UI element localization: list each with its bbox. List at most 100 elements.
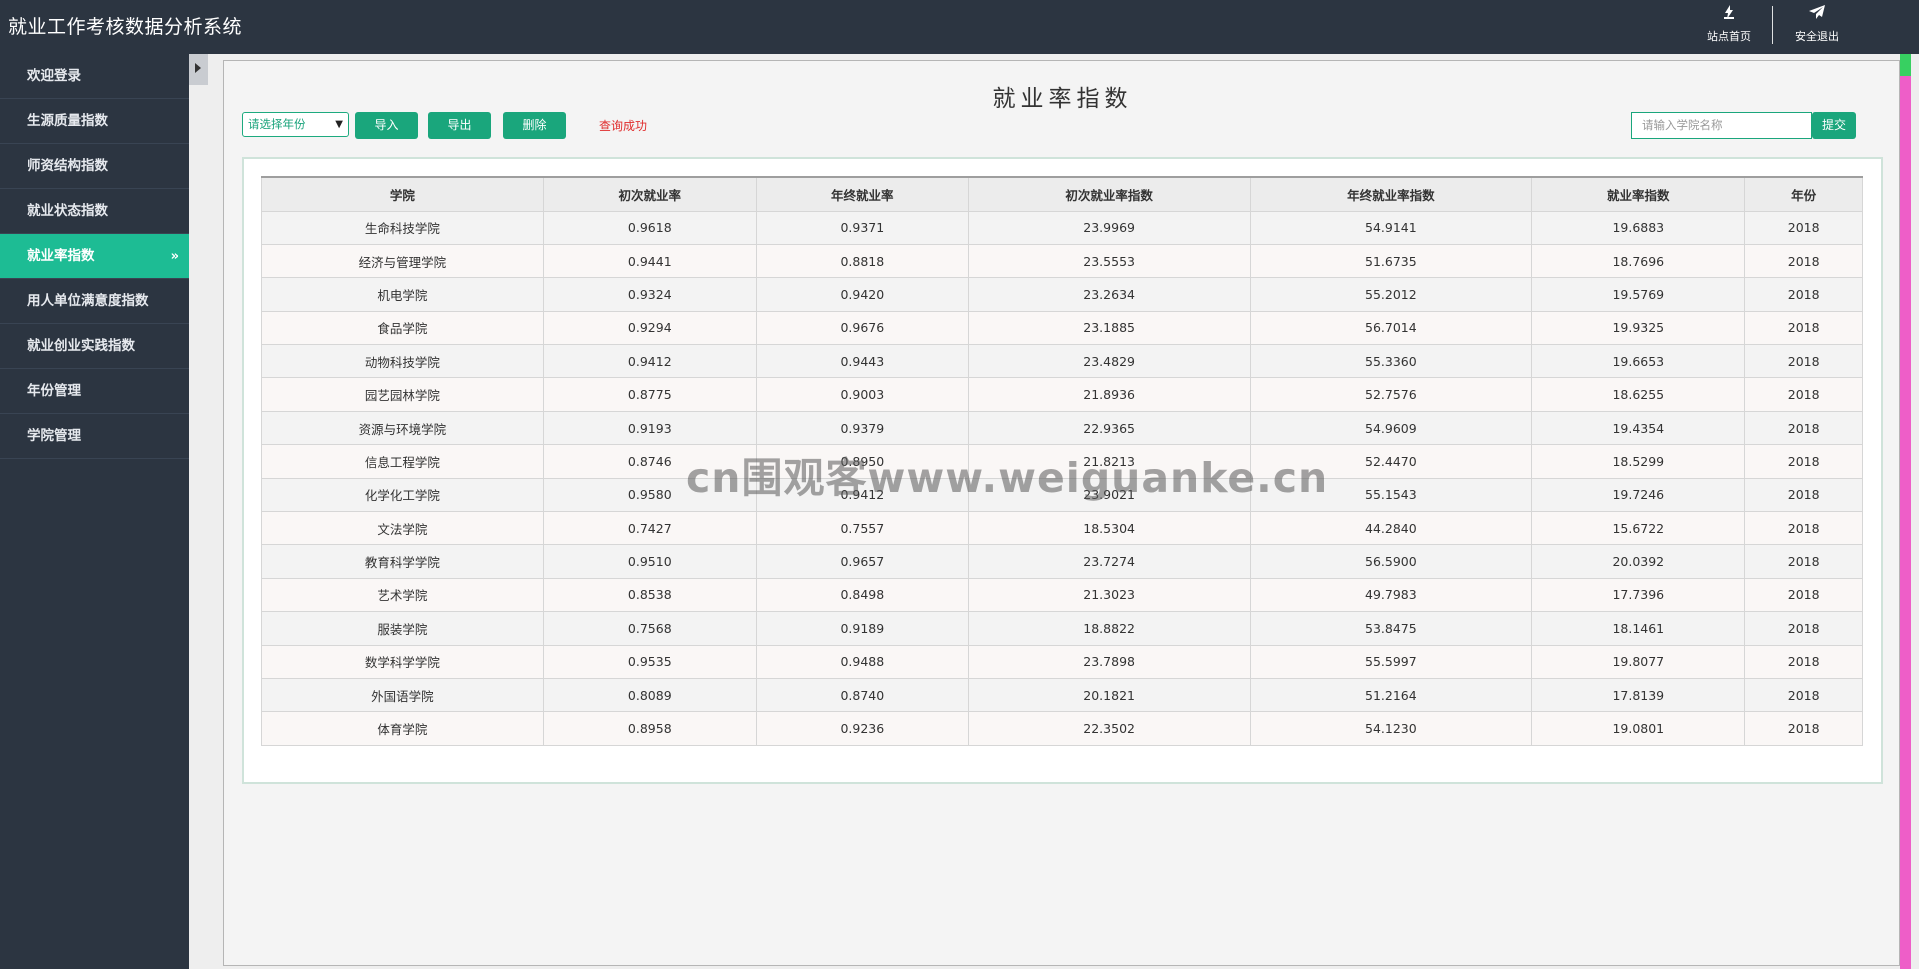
table-cell: 0.8950 (755, 444, 969, 479)
table-cell: 0.9193 (542, 410, 757, 446)
table-row: 信息工程学院 0.8746 0.8950 21.8213 52.4470 18.5299 2… (261, 444, 1863, 479)
table-cell: 0.7557 (755, 511, 969, 546)
table-cell: 23.5553 (967, 243, 1251, 279)
sidebar-item-welcome[interactable]: 欢迎登录 (0, 54, 189, 99)
table-cell: 0.8818 (755, 243, 969, 279)
table-cell: 55.5997 (1249, 644, 1533, 679)
table-cell: 19.4354 (1531, 410, 1746, 446)
table-cell: 2018 (1744, 410, 1863, 446)
logout-label: 安全退出 (1795, 30, 1839, 43)
table-cell: 2018 (1744, 544, 1863, 579)
column-header: 就业率指数 (1531, 176, 1746, 212)
submit-button[interactable]: 提交 (1812, 112, 1856, 139)
year-select[interactable]: 请选择年份 ▼ (242, 112, 349, 137)
table-cell: 0.8089 (542, 677, 757, 713)
sidebar-item-year-management[interactable]: 年份管理 (0, 369, 189, 414)
table-cell: 44.2840 (1249, 511, 1533, 546)
export-button[interactable]: 导出 (428, 112, 491, 139)
year-select-value: 请选择年份 (248, 117, 306, 131)
column-header: 年份 (1744, 176, 1863, 212)
table-cell: 0.8958 (542, 711, 757, 746)
table-row: 食品学院 0.9294 0.9676 23.1885 56.7014 19.9325 201… (261, 310, 1863, 346)
table-cell: 23.2634 (967, 277, 1251, 312)
college-search-input[interactable]: 请输入学院名称 (1631, 112, 1812, 139)
table-cell: 19.6653 (1531, 344, 1746, 379)
table-cell: 55.2012 (1249, 277, 1533, 312)
table-cell: 17.7396 (1531, 577, 1746, 613)
sidebar-item-employer-satisfaction[interactable]: 用人单位满意度指数 (0, 279, 189, 324)
home-button[interactable]: 站点首页 (1697, 4, 1761, 48)
table-row: 园艺园林学院 0.8775 0.9003 21.8936 52.7576 18.6255 2… (261, 377, 1863, 412)
table-cell: 机电学院 (261, 277, 544, 312)
page-title: 就业率指数 (992, 86, 1133, 112)
sidebar-item-label: 就业状态指数 (27, 203, 108, 219)
table-row: 机电学院 0.9324 0.9420 23.2634 55.2012 19.5769 201… (261, 277, 1863, 312)
sidebar-item-employment-status[interactable]: 就业状态指数 (0, 189, 189, 234)
table-cell: 49.7983 (1249, 577, 1533, 613)
table-cell: 56.5900 (1249, 544, 1533, 579)
table-cell: 0.9371 (755, 210, 969, 245)
column-header: 年终就业率指数 (1249, 176, 1533, 212)
table-cell: 0.8740 (755, 677, 969, 713)
logout-button[interactable]: 安全退出 (1785, 4, 1849, 48)
table-row: 动物科技学院 0.9412 0.9443 23.4829 55.3360 19.6653 2… (261, 344, 1863, 379)
table-cell: 化学化工学院 (261, 477, 544, 513)
employment-rate-table: 学院 初次就业率 年终就业率 初次就业率指数 年终就业率指数 就业率指数 年份 … (261, 176, 1863, 746)
table-cell: 2018 (1744, 310, 1863, 346)
top-header: 就业工作考核数据分析系统 站点首页 安全退出 (0, 0, 1919, 54)
table-cell: 资源与环境学院 (261, 410, 544, 446)
table-cell: 文法学院 (261, 511, 544, 546)
delete-button[interactable]: 删除 (503, 112, 566, 139)
table-cell: 2018 (1744, 677, 1863, 713)
table-row: 教育科学学院 0.9510 0.9657 23.7274 56.5900 20.0392 2… (261, 544, 1863, 579)
column-header: 初次就业率 (542, 176, 757, 212)
table-cell: 53.8475 (1249, 611, 1533, 646)
sidebar-item-label: 学院管理 (27, 428, 81, 444)
table-cell: 0.9412 (755, 477, 969, 513)
sidebar-item-source-quality[interactable]: 生源质量指数 (0, 99, 189, 144)
table-cell: 2018 (1744, 344, 1863, 379)
column-header: 初次就业率指数 (967, 176, 1251, 212)
sidebar-item-label: 用人单位满意度指数 (27, 293, 149, 309)
table-cell: 52.4470 (1249, 444, 1533, 479)
table-cell: 生命科技学院 (261, 210, 544, 245)
column-header: 年终就业率 (755, 176, 969, 212)
table-cell: 2018 (1744, 511, 1863, 546)
sidebar-item-faculty-structure[interactable]: 师资结构指数 (0, 144, 189, 189)
sidebar-item-employment-rate[interactable]: 就业率指数 » (0, 234, 189, 279)
table-cell: 18.7696 (1531, 243, 1746, 279)
sidebar-item-label: 生源质量指数 (27, 113, 108, 129)
table-cell: 2018 (1744, 377, 1863, 412)
table-cell: 55.1543 (1249, 477, 1533, 513)
scrollbar-thumb[interactable] (1900, 54, 1911, 76)
table-cell: 信息工程学院 (261, 444, 544, 479)
column-header: 学院 (261, 176, 544, 212)
table-cell: 2018 (1744, 611, 1863, 646)
table-cell: 教育科学学院 (261, 544, 544, 579)
scrollbar-track[interactable] (1900, 54, 1911, 969)
table-cell: 0.9510 (542, 544, 757, 579)
table-cell: 54.9141 (1249, 210, 1533, 245)
table-cell: 0.9379 (755, 410, 969, 446)
table-cell: 21.3023 (967, 577, 1251, 613)
sidebar-collapse-toggle[interactable] (189, 54, 208, 85)
table-cell: 23.4829 (967, 344, 1251, 379)
home-icon (1697, 4, 1761, 26)
import-button[interactable]: 导入 (355, 112, 418, 139)
sidebar-item-label: 欢迎登录 (27, 68, 81, 84)
table-row: 化学化工学院 0.9580 0.9412 23.9021 55.1543 19.7246 2… (261, 477, 1863, 513)
table-cell: 51.6735 (1249, 243, 1533, 279)
caret-right-icon (195, 63, 201, 73)
sidebar-item-label: 年份管理 (27, 383, 81, 399)
table-cell: 21.8213 (967, 444, 1251, 479)
table-cell: 18.5299 (1531, 444, 1746, 479)
table-cell: 0.9294 (542, 310, 757, 346)
sidebar-item-college-management[interactable]: 学院管理 (0, 414, 189, 459)
table-row: 文法学院 0.7427 0.7557 18.5304 44.2840 15.6722 201… (261, 511, 1863, 546)
sidebar: 欢迎登录 生源质量指数 师资结构指数 就业状态指数 就业率指数 » 用人单位满意度… (0, 54, 189, 969)
table-cell: 0.9443 (755, 344, 969, 379)
sidebar-item-entrepreneurship[interactable]: 就业创业实践指数 (0, 324, 189, 369)
table-body: 生命科技学院 0.9618 0.9371 23.9969 54.9141 19.6883 2… (261, 210, 1863, 746)
table-cell: 22.3502 (967, 711, 1251, 746)
table-cell: 54.1230 (1249, 711, 1533, 746)
